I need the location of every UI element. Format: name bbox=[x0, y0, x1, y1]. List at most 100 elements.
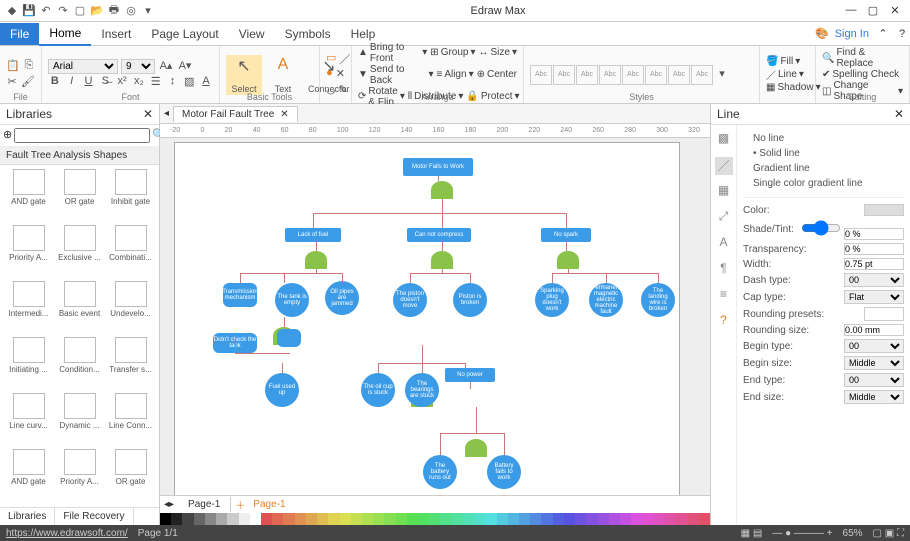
tab-file-recovery[interactable]: File Recovery bbox=[55, 508, 133, 525]
color-strip[interactable] bbox=[160, 513, 710, 525]
font-color-icon[interactable]: A bbox=[199, 75, 213, 91]
doc-tab-close-icon[interactable]: ✕ bbox=[280, 109, 288, 120]
opt-single-gradient[interactable]: Single color gradient line bbox=[743, 176, 904, 191]
maximize-icon[interactable]: ▢ bbox=[864, 4, 882, 17]
shape-item[interactable]: OR gate bbox=[106, 449, 155, 503]
shade-input[interactable] bbox=[844, 228, 904, 240]
lib-section-title[interactable]: Fault Tree Analysis Shapes bbox=[6, 150, 127, 161]
underline-icon[interactable]: U bbox=[82, 75, 96, 91]
shape-item[interactable]: Combinati... bbox=[106, 225, 155, 279]
shape-item[interactable]: Basic event bbox=[55, 281, 104, 335]
style-more-icon[interactable]: ▾ bbox=[714, 67, 730, 83]
qat-dropdown-icon[interactable]: ▾ bbox=[140, 3, 156, 19]
tree-node-event[interactable]: The bearings are stuck bbox=[405, 373, 439, 407]
palette-icon[interactable]: 🎨 bbox=[815, 27, 829, 40]
bullet-icon[interactable]: ☰ bbox=[149, 75, 163, 91]
tree-node-rect[interactable]: No spark bbox=[541, 228, 591, 242]
tree-gate[interactable] bbox=[305, 251, 327, 269]
cap-select[interactable]: Flat bbox=[844, 290, 904, 304]
fill-button[interactable]: 🪣 Fill ▾ bbox=[766, 56, 809, 67]
line-button[interactable]: ／ Line ▾ bbox=[766, 67, 809, 82]
style-swatch[interactable]: Abc bbox=[668, 65, 690, 85]
rounds-input[interactable] bbox=[844, 324, 904, 336]
linepanel-close-icon[interactable]: ✕ bbox=[894, 107, 904, 121]
opt-solid-line[interactable]: • Solid line bbox=[743, 146, 904, 161]
tree-node-event[interactable]: Battery fails to work bbox=[487, 455, 521, 489]
bring-front-button[interactable]: ▲ Bring to Front ▾ bbox=[358, 42, 427, 64]
tab-symbols[interactable]: Symbols bbox=[275, 23, 341, 45]
style-swatch[interactable]: Abc bbox=[622, 65, 644, 85]
shape-item[interactable]: Priority A... bbox=[55, 449, 104, 503]
shape-item[interactable]: AND gate bbox=[4, 169, 53, 223]
shape-item[interactable]: Dynamic ... bbox=[55, 393, 104, 447]
panel-text-icon[interactable]: A bbox=[715, 235, 733, 253]
tree-node-event[interactable]: The tank is empty bbox=[275, 283, 309, 317]
align-button[interactable]: ≡ Align ▾ bbox=[436, 69, 473, 80]
save-icon[interactable]: 💾 bbox=[21, 3, 37, 19]
panel-fill-icon[interactable]: ▩ bbox=[715, 131, 733, 149]
shape-circle-icon[interactable]: ● bbox=[326, 67, 333, 83]
text-tool[interactable]: AText bbox=[265, 55, 301, 95]
italic-icon[interactable]: I bbox=[65, 75, 79, 91]
status-icons[interactable]: ▢ ▣ ⛶ bbox=[873, 528, 904, 539]
close-icon[interactable]: ✕ bbox=[886, 4, 904, 17]
tree-node-cond[interactable] bbox=[277, 329, 301, 347]
shape-item[interactable]: Undevelo... bbox=[106, 281, 155, 335]
shape-item[interactable]: AND gate bbox=[4, 449, 53, 503]
format-painter-icon[interactable]: 🖌 bbox=[21, 75, 35, 91]
opt-gradient-line[interactable]: Gradient line bbox=[743, 161, 904, 176]
transp-input[interactable] bbox=[844, 243, 904, 255]
opt-no-line[interactable]: No line bbox=[743, 131, 904, 146]
tab-libraries[interactable]: Libraries bbox=[0, 508, 55, 525]
send-back-button[interactable]: ▼ Send to Back ▾ bbox=[358, 64, 433, 86]
print-icon[interactable]: 🖶 bbox=[106, 3, 122, 19]
style-swatch[interactable]: Abc bbox=[530, 65, 552, 85]
canvas-page[interactable]: Motor Fails to WorkLack of fuelCan not c… bbox=[174, 142, 680, 495]
endt-select[interactable]: 00 bbox=[844, 373, 904, 387]
tree-node-rect[interactable]: Lack of fuel bbox=[285, 228, 341, 242]
panel-size-icon[interactable]: ⤢ bbox=[715, 209, 733, 227]
shape-rect-icon[interactable]: ▭ bbox=[326, 51, 336, 67]
panel-shadow-icon[interactable]: ▦ bbox=[715, 183, 733, 201]
shape-item[interactable]: Line curv... bbox=[4, 393, 53, 447]
shadow-button[interactable]: ▦ Shadow ▾ bbox=[766, 82, 809, 93]
add-page-icon[interactable]: ＋ bbox=[231, 497, 249, 512]
shape-item[interactable]: Exclusive ... bbox=[55, 225, 104, 279]
tree-gate[interactable] bbox=[557, 251, 579, 269]
width-input[interactable] bbox=[844, 258, 904, 270]
style-swatch[interactable]: Abc bbox=[599, 65, 621, 85]
tree-node-cond[interactable]: Transmission mechanism bbox=[223, 283, 257, 307]
bold-icon[interactable]: B bbox=[48, 75, 62, 91]
font-family-select[interactable]: Arial bbox=[48, 59, 118, 74]
tree-node-event[interactable]: The piston doesn't move bbox=[393, 283, 427, 317]
sub-icon[interactable]: x₂ bbox=[132, 75, 146, 91]
super-icon[interactable]: x² bbox=[115, 75, 129, 91]
panel-para-icon[interactable]: ¶ bbox=[715, 261, 733, 279]
shape-arc-icon[interactable]: ◡ bbox=[326, 83, 336, 99]
style-swatch[interactable]: Abc bbox=[553, 65, 575, 85]
copy-icon[interactable]: ⎘ bbox=[23, 59, 35, 75]
view-mode-icon[interactable]: ▦ ▤ bbox=[741, 528, 763, 539]
libraries-close-icon[interactable]: ✕ bbox=[143, 107, 153, 121]
tree-node-event[interactable]: The battery runs out bbox=[423, 455, 457, 489]
doc-tab-prev-icon[interactable]: ◂ bbox=[160, 108, 173, 119]
begins-select[interactable]: Middle bbox=[844, 356, 904, 370]
center-button[interactable]: ⊕ Center bbox=[477, 69, 517, 80]
spell-check-button[interactable]: ✔ Spelling Check bbox=[822, 69, 903, 80]
ends-select[interactable]: Middle bbox=[844, 390, 904, 404]
tree-gate[interactable] bbox=[431, 181, 453, 199]
help-icon[interactable]: ? bbox=[894, 28, 910, 40]
zoom-slider[interactable]: — ● ——— + bbox=[772, 528, 832, 539]
tab-home[interactable]: Home bbox=[39, 22, 91, 46]
dash-select[interactable]: 00 bbox=[844, 273, 904, 287]
new-icon[interactable]: ▢ bbox=[72, 3, 88, 19]
select-tool[interactable]: ↖Select bbox=[226, 55, 262, 95]
tree-node-event[interactable]: Permanent magnetic electric machine faul… bbox=[589, 283, 623, 317]
tree-node-rect[interactable]: No power bbox=[445, 368, 495, 382]
tree-gate[interactable] bbox=[465, 439, 487, 457]
lib-add-icon[interactable]: ⊕ bbox=[3, 128, 12, 143]
open-icon[interactable]: 📂 bbox=[89, 3, 105, 19]
style-swatch[interactable]: Abc bbox=[691, 65, 713, 85]
style-swatch[interactable]: Abc bbox=[576, 65, 598, 85]
tree-node-event[interactable]: The oil cup is stuck bbox=[361, 373, 395, 407]
